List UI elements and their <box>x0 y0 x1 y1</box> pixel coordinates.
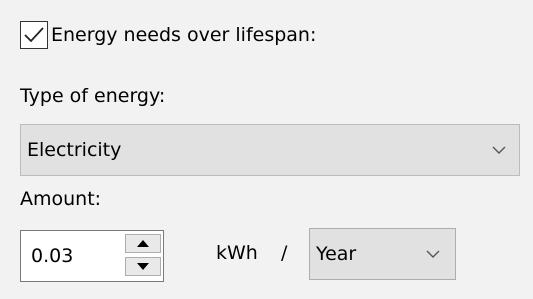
chevron-down-icon <box>492 146 506 154</box>
type-of-energy-label: Type of energy: <box>20 85 166 107</box>
type-of-energy-selected: Electricity <box>27 139 122 161</box>
energy-needs-label: Energy needs over lifespan: <box>51 24 317 46</box>
amount-unit: kWh <box>216 242 258 264</box>
chevron-down-icon <box>426 250 440 258</box>
period-selected: Year <box>316 243 357 265</box>
energy-needs-checkbox[interactable] <box>20 21 48 49</box>
period-dropdown[interactable]: Year <box>309 228 456 280</box>
energy-needs-checkbox-row[interactable]: Energy needs over lifespan: <box>20 20 316 50</box>
type-of-energy-dropdown[interactable]: Electricity <box>20 124 520 176</box>
unit-separator: / <box>281 242 288 264</box>
checkmark-icon <box>24 27 44 43</box>
amount-label: Amount: <box>20 188 102 210</box>
amount-increment-button[interactable] <box>125 234 161 253</box>
amount-input[interactable]: 0.03 <box>31 231 73 281</box>
amount-spinbox[interactable]: 0.03 <box>20 230 164 282</box>
amount-decrement-button[interactable] <box>125 257 161 276</box>
triangle-up-icon <box>137 240 149 247</box>
triangle-down-icon <box>137 263 149 270</box>
